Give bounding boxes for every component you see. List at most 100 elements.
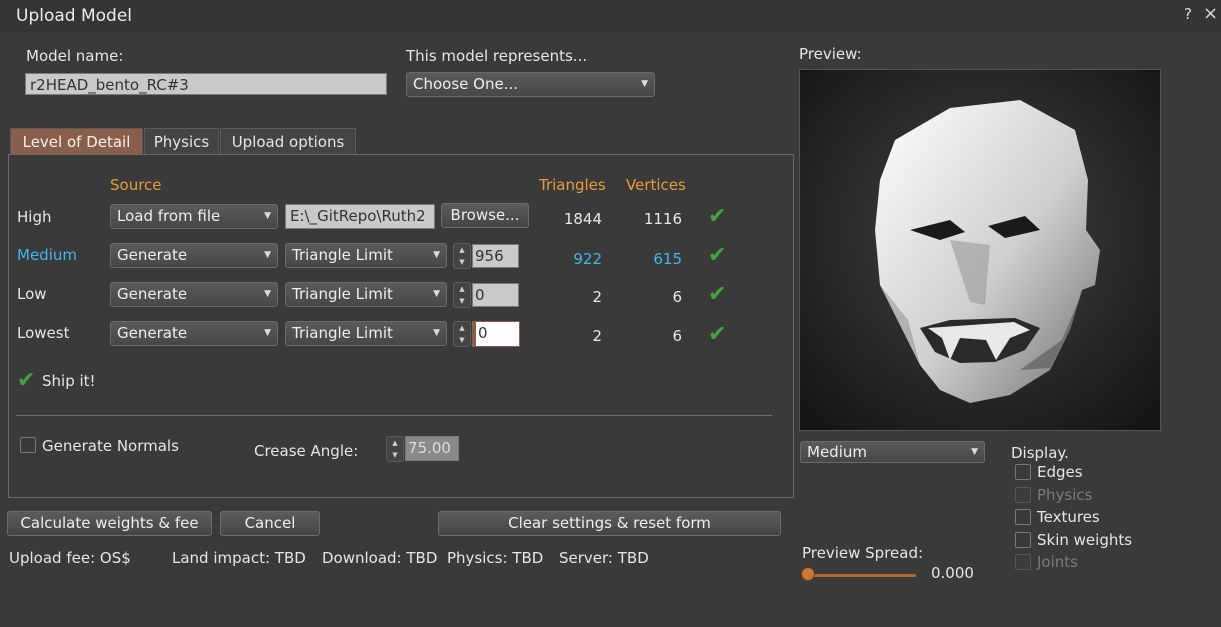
crease-angle-label: Crease Angle: <box>254 442 359 460</box>
joints-checkbox[interactable] <box>1015 554 1031 570</box>
chevron-down-icon: ▼ <box>264 211 271 221</box>
chevron-down-icon: ▼ <box>641 79 648 89</box>
edges-checkbox[interactable] <box>1015 464 1031 480</box>
browse-button[interactable]: Browse... <box>441 203 529 228</box>
lod-low-mode-value: Triangle Limit <box>292 285 393 303</box>
preview-label: Preview: <box>799 45 862 63</box>
crease-angle-stepper[interactable]: ▲ ▼ <box>386 436 404 462</box>
preview-viewport[interactable] <box>799 69 1161 431</box>
lod-low-limit-stepper[interactable]: ▲ ▼ <box>453 282 471 308</box>
lod-low-source-dropdown[interactable]: Generate ▼ <box>110 282 278 307</box>
lod-medium-triangles: 922 <box>573 250 602 268</box>
tab-physics[interactable]: Physics <box>144 128 219 154</box>
lod-medium-mode-dropdown[interactable]: Triangle Limit ▼ <box>285 243 447 268</box>
model-name-label: Model name: <box>26 47 124 65</box>
arrow-up-icon[interactable]: ▲ <box>454 283 470 295</box>
physics-option-label: Physics <box>1037 486 1093 504</box>
lod-lowest-mode-dropdown[interactable]: Triangle Limit ▼ <box>285 321 447 346</box>
lod-high-vertices: 1116 <box>643 210 682 228</box>
arrow-up-icon[interactable]: ▲ <box>454 244 470 256</box>
preview-lod-value: Medium <box>807 443 867 461</box>
skin-weights-checkbox[interactable] <box>1015 532 1031 548</box>
lod-lowest-source-dropdown[interactable]: Generate ▼ <box>110 321 278 346</box>
preview-spread-value: 0.000 <box>931 564 974 582</box>
arrow-up-icon[interactable]: ▲ <box>454 322 470 334</box>
upload-fee: Upload fee: OS$ <box>9 549 131 567</box>
chevron-down-icon: ▼ <box>264 289 271 299</box>
generate-normals-checkbox[interactable] <box>20 437 36 453</box>
skin-weights-label: Skin weights <box>1037 531 1133 549</box>
display-label: Display. <box>1011 444 1069 462</box>
divider <box>16 415 772 416</box>
preview-lod-dropdown[interactable]: Medium ▼ <box>800 441 985 463</box>
lod-high-label: High <box>17 208 52 226</box>
arrow-down-icon[interactable]: ▼ <box>387 449 403 461</box>
head-model-render <box>800 70 1160 430</box>
source-header: Source <box>110 176 162 194</box>
lod-high-source-value: Load from file <box>117 207 221 225</box>
lod-high-source-dropdown[interactable]: Load from file ▼ <box>110 204 278 229</box>
generate-normals-label: Generate Normals <box>42 437 179 455</box>
lod-lowest-limit-input[interactable]: 0 <box>472 321 520 347</box>
lod-low-triangles: 2 <box>592 288 602 306</box>
land-impact: Land impact: TBD <box>172 549 306 567</box>
arrow-down-icon[interactable]: ▼ <box>454 256 470 268</box>
lod-medium-limit-stepper[interactable]: ▲ ▼ <box>453 243 471 269</box>
tab-upload-options[interactable]: Upload options <box>220 128 356 154</box>
lod-medium-source-value: Generate <box>117 246 188 264</box>
tab-level-of-detail[interactable]: Level of Detail <box>10 128 143 154</box>
lod-medium-source-dropdown[interactable]: Generate ▼ <box>110 243 278 268</box>
crease-angle-input[interactable]: 75.00 <box>405 436 459 461</box>
clear-settings-button[interactable]: Clear settings & reset form <box>438 511 781 536</box>
textures-label: Textures <box>1037 508 1100 526</box>
calculate-weights-button[interactable]: Calculate weights & fee <box>7 511 212 536</box>
preview-spread-track[interactable] <box>803 574 916 577</box>
lod-low-source-value: Generate <box>117 285 188 303</box>
represents-dropdown[interactable]: Choose One... ▼ <box>406 72 655 97</box>
lod-low-vertices: 6 <box>672 288 682 306</box>
lod-medium-limit-input[interactable]: 956 <box>472 244 519 268</box>
lod-medium-vertices: 615 <box>653 250 682 268</box>
lod-lowest-triangles: 2 <box>592 327 602 345</box>
lod-medium-label: Medium <box>17 246 77 264</box>
arrow-down-icon[interactable]: ▼ <box>454 334 470 346</box>
lod-high-file-input[interactable]: E:\_GitRepo\Ruth2 <box>285 204 435 229</box>
model-name-input[interactable]: r2HEAD_bento_RC#3 <box>25 73 387 95</box>
server-cost: Server: TBD <box>559 549 649 567</box>
arrow-up-icon[interactable]: ▲ <box>387 437 403 449</box>
represents-value: Choose One... <box>413 75 518 93</box>
represents-label: This model represents... <box>406 47 588 65</box>
checkmark-icon: ✔ <box>17 368 36 393</box>
lod-high-triangles: 1844 <box>563 210 602 228</box>
joints-label: Joints <box>1037 553 1078 571</box>
lod-low-mode-dropdown[interactable]: Triangle Limit ▼ <box>285 282 447 307</box>
help-icon[interactable]: ? <box>1184 5 1192 23</box>
edges-label: Edges <box>1037 463 1083 481</box>
lod-medium-mode-value: Triangle Limit <box>292 246 393 264</box>
lod-lowest-limit-stepper[interactable]: ▲ ▼ <box>453 321 471 347</box>
lod-low-label: Low <box>17 285 47 303</box>
chevron-down-icon: ▼ <box>433 250 440 260</box>
arrow-down-icon[interactable]: ▼ <box>454 295 470 307</box>
chevron-down-icon: ▼ <box>264 250 271 260</box>
physics-checkbox[interactable] <box>1015 487 1031 503</box>
download-cost: Download: TBD <box>322 549 438 567</box>
checkmark-icon: ✔ <box>708 204 727 229</box>
preview-spread-handle[interactable] <box>801 567 815 581</box>
textures-checkbox[interactable] <box>1015 509 1031 525</box>
vertices-header: Vertices <box>626 176 686 194</box>
triangles-header: Triangles <box>539 176 606 194</box>
chevron-down-icon: ▼ <box>433 289 440 299</box>
title-bar <box>0 0 1221 32</box>
chevron-down-icon: ▼ <box>264 328 271 338</box>
checkmark-icon: ✔ <box>708 243 727 268</box>
lod-low-limit-input[interactable]: 0 <box>472 283 519 307</box>
checkmark-icon: ✔ <box>708 282 727 307</box>
close-icon[interactable]: × <box>1203 3 1218 24</box>
lod-lowest-mode-value: Triangle Limit <box>292 324 393 342</box>
cancel-button[interactable]: Cancel <box>220 511 320 536</box>
window-title: Upload Model <box>16 6 133 26</box>
physics-cost: Physics: TBD <box>447 549 544 567</box>
chevron-down-icon: ▼ <box>971 447 978 457</box>
checkmark-icon: ✔ <box>708 322 727 347</box>
